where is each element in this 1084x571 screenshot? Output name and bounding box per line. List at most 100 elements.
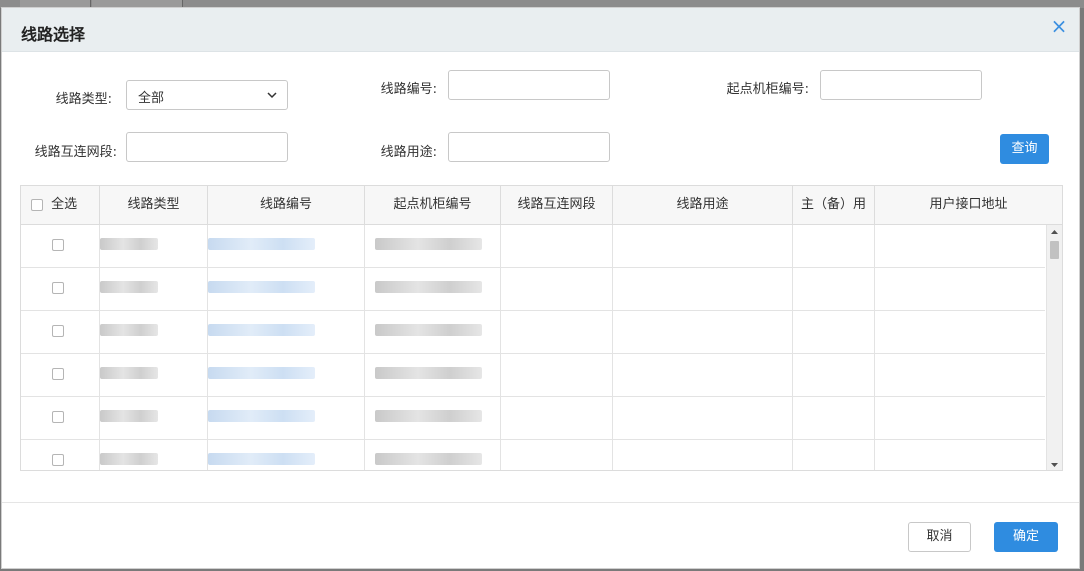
close-icon[interactable]: × (1049, 16, 1069, 36)
table-cell (365, 225, 501, 267)
table-cell (365, 397, 501, 439)
start-cabinet-input[interactable] (820, 70, 982, 100)
table-cell (365, 354, 501, 396)
table-header: 全选 线路类型 线路编号 起点机柜编号 线路互连网段 线路用途 主（备）用 用户… (21, 186, 1062, 225)
table-row[interactable] (21, 311, 1045, 354)
table-cell (793, 268, 875, 310)
table-cell (208, 311, 365, 353)
table-cell (875, 225, 1045, 267)
table-cell (100, 354, 208, 396)
table-cell (501, 268, 613, 310)
table-cell (501, 440, 613, 470)
table-cell (208, 397, 365, 439)
redacted-text (208, 238, 315, 250)
redacted-text (100, 410, 158, 422)
table-cell (21, 311, 100, 353)
table-cell (21, 397, 100, 439)
usage-input[interactable] (448, 132, 610, 162)
table-cell (21, 354, 100, 396)
row-checkbox[interactable] (52, 454, 64, 466)
table-cell (100, 440, 208, 470)
redacted-text (375, 324, 482, 336)
col-line-no[interactable]: 线路编号 (208, 186, 365, 224)
col-primary-backup[interactable]: 主（备）用 (793, 186, 875, 224)
select-all-checkbox[interactable] (31, 198, 43, 211)
table-scrollbar[interactable] (1046, 225, 1062, 471)
table-cell (613, 354, 793, 396)
table-cell (793, 225, 875, 267)
redacted-text (208, 410, 315, 422)
usage-label: 线路用途: (380, 145, 437, 160)
table-row[interactable] (21, 268, 1045, 311)
line-no-label: 线路编号: (380, 82, 437, 97)
table-cell (793, 354, 875, 396)
table-row[interactable] (21, 397, 1045, 440)
table-cell (208, 440, 365, 470)
row-checkbox[interactable] (52, 282, 64, 294)
row-checkbox[interactable] (52, 325, 64, 337)
table-cell (613, 397, 793, 439)
confirm-button[interactable]: 确定 (994, 522, 1058, 552)
interconnect-input[interactable] (126, 132, 288, 162)
table-cell (875, 354, 1045, 396)
table-cell (613, 268, 793, 310)
select-all-cell[interactable]: 全选 (21, 186, 100, 224)
table-cell (793, 311, 875, 353)
row-checkbox[interactable] (52, 239, 64, 251)
redacted-text (375, 410, 482, 422)
start-cabinet-label: 起点机柜编号: (726, 82, 809, 97)
redacted-text (100, 367, 158, 379)
row-checkbox[interactable] (52, 411, 64, 423)
col-usage[interactable]: 线路用途 (613, 186, 793, 224)
table-row[interactable] (21, 440, 1045, 470)
line-no-input[interactable] (448, 70, 610, 100)
table-cell (613, 311, 793, 353)
line-type-selected-value: 全部 (138, 91, 165, 106)
redacted-text (208, 324, 315, 336)
table-row[interactable] (21, 354, 1045, 397)
col-user-interface[interactable]: 用户接口地址 (875, 186, 1062, 224)
table-cell (501, 354, 613, 396)
query-button[interactable]: 查询 (1000, 134, 1049, 164)
table-cell (501, 397, 613, 439)
scroll-down-icon[interactable] (1047, 458, 1062, 471)
line-type-label: 线路类型: (55, 92, 112, 107)
table-cell (100, 268, 208, 310)
redacted-text (375, 367, 482, 379)
table-cell (501, 311, 613, 353)
col-interconnect[interactable]: 线路互连网段 (501, 186, 613, 224)
line-type-select[interactable]: 全部 (126, 80, 288, 110)
col-line-type[interactable]: 线路类型 (100, 186, 208, 224)
scroll-thumb[interactable] (1050, 241, 1059, 259)
redacted-text (375, 238, 482, 250)
footer-divider (2, 502, 1079, 503)
scroll-up-icon[interactable] (1047, 225, 1062, 239)
table-cell (365, 440, 501, 470)
table-cell (365, 311, 501, 353)
table-cell (100, 311, 208, 353)
table-cell (21, 440, 100, 470)
col-start-cabinet[interactable]: 起点机柜编号 (365, 186, 501, 224)
table-cell (100, 397, 208, 439)
redacted-text (208, 281, 315, 293)
table-cell (875, 440, 1045, 470)
table-cell (875, 397, 1045, 439)
row-checkbox[interactable] (52, 368, 64, 380)
redacted-text (100, 238, 158, 250)
interconnect-label: 线路互连网段: (34, 145, 117, 160)
select-all-label: 全选 (51, 197, 78, 212)
redacted-text (100, 281, 158, 293)
table-cell (208, 225, 365, 267)
table-cell (208, 268, 365, 310)
table-cell (793, 440, 875, 470)
table-row[interactable] (21, 225, 1045, 268)
line-select-dialog: 线路选择 × 线路类型: 全部 线路编号: 起点机柜编号: 线路互连网段: 线路… (1, 7, 1080, 569)
redacted-text (375, 453, 482, 465)
redacted-text (375, 281, 482, 293)
redacted-text (208, 453, 315, 465)
redacted-text (100, 324, 158, 336)
redacted-text (100, 453, 158, 465)
cancel-button[interactable]: 取消 (908, 522, 971, 552)
table-cell (875, 268, 1045, 310)
table-cell (365, 268, 501, 310)
